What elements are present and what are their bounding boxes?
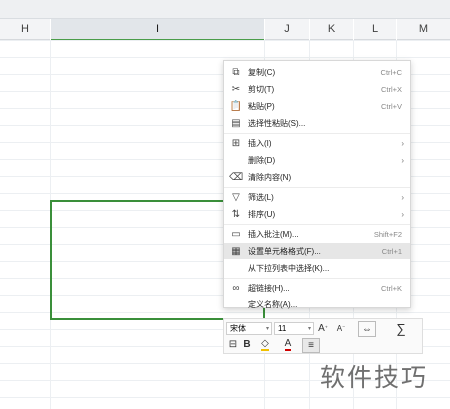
border-icon: ⊟ (228, 339, 238, 350)
menu-item-shortcut: Ctrl+K (380, 283, 402, 293)
menu-item-label: 筛选(L) (248, 192, 274, 202)
fill-color-icon: ◇ (261, 338, 269, 351)
column-header-i[interactable]: I (51, 19, 264, 41)
menu-separator (224, 278, 410, 279)
paste-icon: 📋 (229, 100, 243, 112)
menu-item-insert[interactable]: ⊞ 插入(I) › (224, 135, 410, 151)
wrap-icon: ⇔ (362, 323, 372, 335)
menu-item-hyperlink[interactable]: ∞ 超链接(H)... Ctrl+K (224, 280, 410, 296)
menu-item-filter[interactable]: ▽ 筛选(L) › (224, 189, 410, 205)
menu-item-format-cells[interactable]: ▦ 设置单元格格式(F)... Ctrl+1 (224, 243, 410, 259)
context-menu: ⧉ 复制(C) Ctrl+C ✂ 剪切(T) Ctrl+X 📋 粘贴(P) Ct… (223, 60, 411, 311)
chevron-right-icon: › (401, 155, 404, 165)
font-color-icon: A (284, 338, 292, 351)
menu-item-define-name[interactable]: 定义名称(A)... (224, 297, 410, 311)
shrink-font-button[interactable]: A ⁻ (334, 321, 348, 335)
column-header-k[interactable]: K (310, 19, 353, 40)
chevron-right-icon: › (401, 209, 404, 219)
menu-item-pick-from-list[interactable]: 从下拉列表中选择(K)... (224, 260, 410, 276)
eraser-icon: ⌫ (228, 171, 244, 183)
column-header-l[interactable]: L (354, 19, 396, 40)
chevron-right-icon: › (401, 192, 404, 202)
wrap-text-button[interactable]: ⇔ (358, 321, 376, 337)
font-name-select[interactable]: 宋体 ▾ (226, 322, 272, 335)
menu-item-clear-contents[interactable]: ⌫ 清除内容(N) (224, 169, 410, 185)
window-top-bar (0, 0, 450, 19)
menu-item-insert-comment[interactable]: ▭ 插入批注(M)... Shift+F2 (224, 226, 410, 242)
menu-item-sort[interactable]: ⇅ 排序(U) › (224, 206, 410, 222)
menu-item-label: 粘贴(P) (248, 101, 275, 111)
menu-item-cut[interactable]: ✂ 剪切(T) Ctrl+X (224, 81, 410, 97)
menu-item-shortcut: Ctrl+X (380, 84, 402, 94)
grid-row-line (0, 40, 450, 41)
align-icon: ≡ (308, 340, 314, 351)
grid-row-line (0, 397, 450, 398)
font-color-button[interactable]: A (278, 338, 298, 351)
font-size-select[interactable]: 11 ▾ (274, 322, 314, 335)
sort-icon: ⇅ (231, 208, 241, 220)
grid-row-line (0, 57, 450, 58)
copy-icon: ⧉ (232, 66, 240, 78)
menu-item-shortcut: Ctrl+V (380, 101, 402, 111)
menu-item-label: 选择性粘贴(S)... (248, 118, 306, 128)
menu-item-paste-special[interactable]: ▤ 选择性粘贴(S)... (224, 115, 410, 131)
format-cells-icon: ▦ (231, 245, 241, 257)
menu-item-shortcut: Ctrl+C (380, 67, 402, 77)
comment-icon: ▭ (231, 228, 241, 240)
sum-icon: ∑ (396, 320, 406, 336)
menu-item-label: 删除(D) (248, 155, 276, 165)
menu-item-label: 清除内容(N) (248, 172, 292, 182)
menu-item-paste[interactable]: 📋 粘贴(P) Ctrl+V (224, 98, 410, 114)
align-button[interactable]: ≡ (302, 338, 320, 353)
menu-item-label: 定义名称(A)... (248, 299, 298, 309)
menu-item-copy[interactable]: ⧉ 复制(C) Ctrl+C (224, 64, 410, 80)
menu-item-shortcut: Shift+F2 (373, 229, 402, 239)
link-icon: ∞ (232, 282, 240, 294)
menu-separator (224, 133, 410, 134)
menu-item-label: 排序(U) (248, 209, 276, 219)
grow-font-button[interactable]: A ⁺ (316, 321, 330, 335)
bold-button[interactable]: B (241, 338, 253, 351)
menu-item-shortcut: Ctrl+1 (381, 246, 402, 256)
paste-special-icon: ▤ (231, 117, 241, 129)
menu-item-label: 剪切(T) (248, 84, 275, 94)
autosum-button[interactable]: ∑ (392, 320, 410, 336)
chevron-down-icon: ▾ (265, 326, 269, 332)
menu-separator (224, 224, 410, 225)
fill-color-button[interactable]: ◇ (255, 338, 275, 351)
font-name-value: 宋体 (230, 324, 246, 333)
column-header-m[interactable]: M (397, 19, 450, 40)
menu-separator (224, 187, 410, 188)
column-header-h[interactable]: H (0, 19, 50, 40)
scissors-icon: ✂ (231, 83, 241, 95)
menu-item-label: 插入批注(M)... (248, 229, 299, 239)
menu-item-label: 超链接(H)... (248, 283, 290, 293)
watermark-text: 软件技巧 (320, 363, 429, 392)
filter-icon: ▽ (232, 191, 240, 203)
chevron-down-icon: ▾ (307, 326, 311, 332)
border-button[interactable]: ⊟ (227, 338, 239, 351)
menu-item-label: 复制(C) (248, 67, 276, 77)
mini-format-toolbar: 宋体 ▾ 11 ▾ A ⁺ A ⁻ ⇔ ∑ ⊟ B ◇ A ≡ (223, 318, 423, 354)
menu-item-label: 插入(I) (248, 138, 272, 148)
column-header-j[interactable]: J (265, 19, 309, 40)
menu-item-label: 从下拉列表中选择(K)... (248, 263, 330, 273)
menu-item-label: 设置单元格格式(F)... (248, 246, 321, 256)
chevron-right-icon: › (401, 138, 404, 148)
menu-item-delete[interactable]: 删除(D) › (224, 152, 410, 168)
insert-icon: ⊞ (231, 137, 241, 149)
font-size-value: 11 (278, 324, 287, 333)
